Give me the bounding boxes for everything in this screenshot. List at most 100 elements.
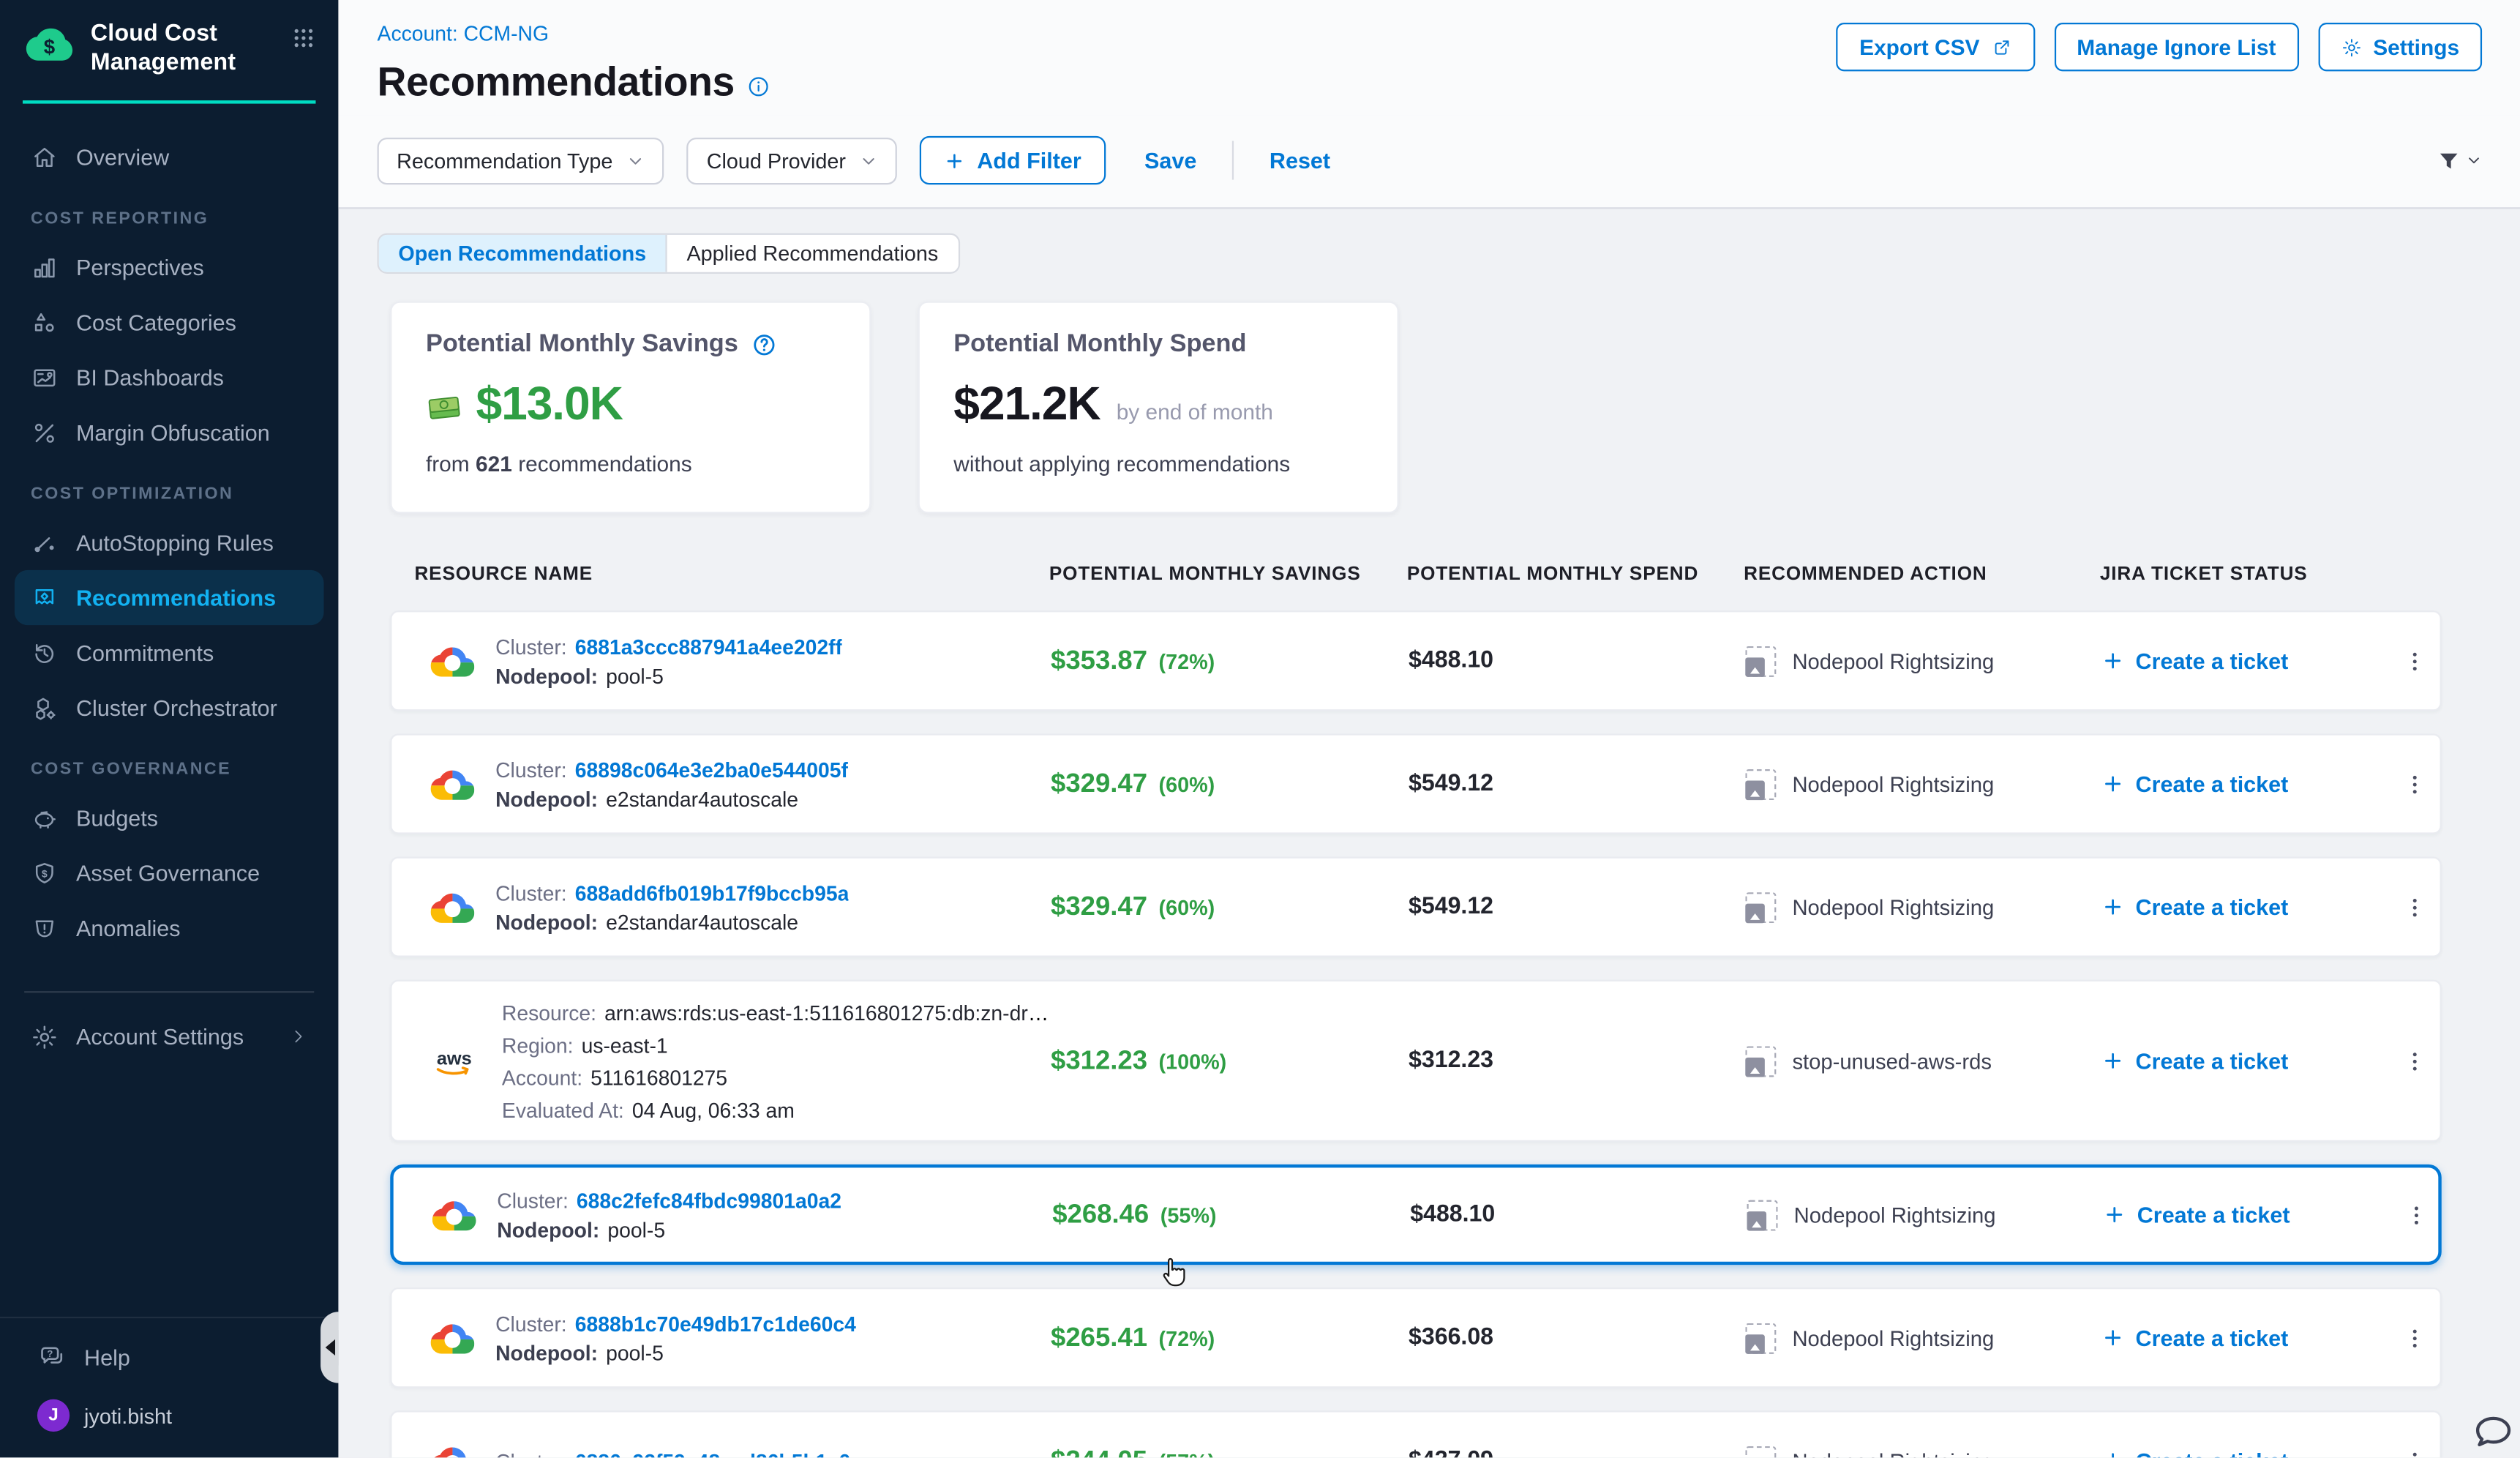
col-recommended-action: RECOMMENDED ACTION: [1744, 562, 2100, 585]
module-grid-icon[interactable]: [291, 26, 315, 50]
create-ticket-button[interactable]: Create a ticket: [2101, 895, 2396, 919]
sidebar-item-label: Perspectives: [76, 255, 204, 280]
sidebar-item-perspectives[interactable]: Perspectives: [15, 240, 324, 295]
table-row-selected[interactable]: Cluster:688c2fefc84fbdc99801a0a2Nodepool…: [390, 1164, 2441, 1265]
resource-cell: Cluster:6881a3ccc887941a4ee202ffNodepool…: [391, 634, 1051, 687]
info-icon[interactable]: [746, 75, 770, 99]
user-name: jyoti.bisht: [84, 1403, 172, 1427]
filter-panel-toggle[interactable]: [2437, 148, 2482, 172]
resource-line: Nodepool:pool-5: [495, 1340, 856, 1364]
cloud-provider-dropdown[interactable]: Cloud Provider: [687, 137, 898, 184]
recommendation-type-dropdown[interactable]: Recommendation Type: [378, 137, 665, 184]
create-ticket-button[interactable]: Create a ticket: [2101, 1049, 2396, 1073]
export-csv-button[interactable]: Export CSV: [1837, 23, 2035, 71]
save-filter-button[interactable]: Save: [1144, 148, 1196, 172]
sidebar-item-budgets[interactable]: Budgets: [15, 790, 324, 845]
create-ticket-button[interactable]: Create a ticket: [2101, 771, 2396, 796]
reset-filter-button[interactable]: Reset: [1270, 148, 1330, 172]
create-ticket-button[interactable]: Create a ticket: [2101, 1448, 2396, 1457]
row-menu-kebab-icon[interactable]: [2398, 1194, 2434, 1236]
resource-value: e2standar4autoscale: [606, 909, 798, 933]
table-row[interactable]: Cluster:6886e92f59a48cad86b5b1c6$244.05(…: [390, 1410, 2441, 1457]
sidebar-item-label: Account Settings: [76, 1025, 244, 1049]
spend-value: $21.2K: [953, 379, 1100, 433]
ccm-cloud-logo-icon: $: [23, 21, 76, 67]
resource-line: Cluster:68898c064e3e2ba0e544005f: [495, 757, 848, 781]
row-menu-kebab-icon[interactable]: [2396, 1317, 2432, 1359]
filter-funnel-icon: [2437, 148, 2461, 172]
create-ticket-button[interactable]: Create a ticket: [2103, 1203, 2398, 1227]
table-row[interactable]: Cluster:68898c064e3e2ba0e544005f Nodepool…: [390, 733, 2441, 834]
sidebar-item-autostopping-rules[interactable]: AutoStopping Rules: [15, 515, 324, 570]
col-potential-monthly-spend: POTENTIAL MONTHLY SPEND: [1407, 562, 1744, 585]
commitments-icon: [31, 639, 59, 667]
sidebar-item-commitments[interactable]: Commitments: [15, 626, 324, 681]
resource-link[interactable]: 68898c064e3e2ba0e544005f: [575, 757, 848, 781]
spend-cell: $427.09: [1409, 1448, 1745, 1457]
resource-line: Region:us-east-1: [502, 1033, 1051, 1057]
resource-link[interactable]: 6888b1c70e49db17c1de60c4: [575, 1311, 856, 1335]
summary-cards: Potential Monthly Savings $13.0K from 62…: [390, 302, 2482, 514]
row-menu-kebab-icon[interactable]: [2396, 886, 2432, 928]
savings-cell: $244.05(57%): [1051, 1446, 1409, 1458]
resource-line: Nodepool:pool-5: [495, 663, 842, 687]
row-menu-kebab-icon[interactable]: [2396, 763, 2432, 805]
sidebar-item-label: Cluster Orchestrator: [76, 696, 277, 720]
sidebar-item-asset-governance[interactable]: $Asset Governance: [15, 846, 324, 901]
sidebar-item-account-settings[interactable]: Account Settings: [15, 1009, 324, 1064]
resource-link[interactable]: 688c2fefc84fbdc99801a0a2: [577, 1188, 841, 1212]
question-icon[interactable]: [751, 332, 777, 358]
tab-applied-recommendations[interactable]: Applied Recommendations: [667, 235, 958, 272]
support-chat-icon[interactable]: [2471, 1409, 2516, 1454]
settings-button[interactable]: Settings: [2318, 23, 2482, 71]
help-button[interactable]: ? Help: [0, 1339, 338, 1375]
action-cell: Nodepool Rightsizing: [1745, 769, 2101, 799]
resource-link[interactable]: 6886e92f59a48cad86b5b1c6: [575, 1448, 850, 1457]
sidebar-item-margin-obfuscation[interactable]: Margin Obfuscation: [15, 405, 324, 460]
sidebar-item-cost-categories[interactable]: Cost Categories: [15, 295, 324, 350]
main-area: Account: CCM-NG Recommendations Export C…: [338, 0, 2520, 1457]
user-menu[interactable]: J jyoti.bisht: [0, 1375, 338, 1458]
sidebar-divider: [24, 992, 314, 993]
chevron-right-icon: [288, 1027, 308, 1047]
savings-card-title: Potential Monthly Savings: [426, 330, 738, 359]
sidebar-item-bi-dashboards[interactable]: BI Dashboards: [15, 350, 324, 405]
row-menu-kebab-icon[interactable]: [2396, 1040, 2432, 1083]
plus-icon: [2101, 649, 2124, 672]
row-menu-kebab-icon[interactable]: [2396, 640, 2432, 682]
cost-categories-icon: [31, 309, 59, 337]
rightsizing-action-icon: [1745, 1446, 1776, 1458]
sidebar-item-overview[interactable]: Overview: [15, 130, 324, 185]
plus-icon: [945, 150, 966, 171]
sidebar-item-recommendations[interactable]: Recommendations: [15, 570, 324, 625]
table-row[interactable]: Cluster:6888b1c70e49db17c1de60c4Nodepool…: [390, 1287, 2441, 1388]
sidebar-item-label: Anomalies: [76, 916, 181, 941]
resource-value: pool-5: [607, 1217, 665, 1241]
resource-link[interactable]: 688add6fb019b17f9bccb95a: [575, 881, 850, 905]
tab-open-recommendations[interactable]: Open Recommendations: [379, 235, 667, 272]
add-filter-button[interactable]: Add Filter: [920, 136, 1106, 184]
create-ticket-label: Create a ticket: [2136, 648, 2289, 673]
aws-icon: aws: [431, 1044, 481, 1077]
spend-when: by end of month: [1117, 400, 1273, 425]
sidebar-item-anomalies[interactable]: Anomalies: [15, 901, 324, 956]
table-row[interactable]: Cluster:688add6fb019b17f9bccb95aNodepool…: [390, 857, 2441, 957]
sidebar-item-label: Cost Categories: [76, 310, 236, 334]
create-ticket-button[interactable]: Create a ticket: [2101, 648, 2396, 673]
manage-ignore-list-button[interactable]: Manage Ignore List: [2054, 23, 2298, 71]
sidebar-item-cluster-orchestrator[interactable]: Cluster Orchestrator: [15, 681, 324, 736]
resource-link[interactable]: 6881a3ccc887941a4ee202ff: [575, 634, 842, 658]
action-cell: Nodepool Rightsizing: [1747, 1200, 2104, 1230]
sidebar-collapse-button[interactable]: [320, 1312, 338, 1383]
col-potential-monthly-savings: POTENTIAL MONTHLY SAVINGS: [1049, 562, 1407, 585]
breadcrumb-account-link[interactable]: Account: CCM-NG: [378, 21, 549, 45]
table-row[interactable]: awsResource:arn:aws:rds:us-east-1:511616…: [390, 980, 2441, 1142]
table-row[interactable]: Cluster:6881a3ccc887941a4ee202ffNodepool…: [390, 610, 2441, 711]
row-menu-kebab-icon[interactable]: [2396, 1440, 2432, 1457]
recommendations-tabs: Open Recommendations Applied Recommendat…: [378, 233, 960, 274]
sidebar-nav: OverviewCOST REPORTINGPerspectivesCost C…: [0, 104, 338, 1317]
resource-line: Account:511616801275: [502, 1065, 1051, 1089]
create-ticket-button[interactable]: Create a ticket: [2101, 1326, 2396, 1350]
sidebar-item-label: Overview: [76, 146, 169, 170]
resource-cell: Cluster:6886e92f59a48cad86b5b1c6: [391, 1442, 1051, 1457]
